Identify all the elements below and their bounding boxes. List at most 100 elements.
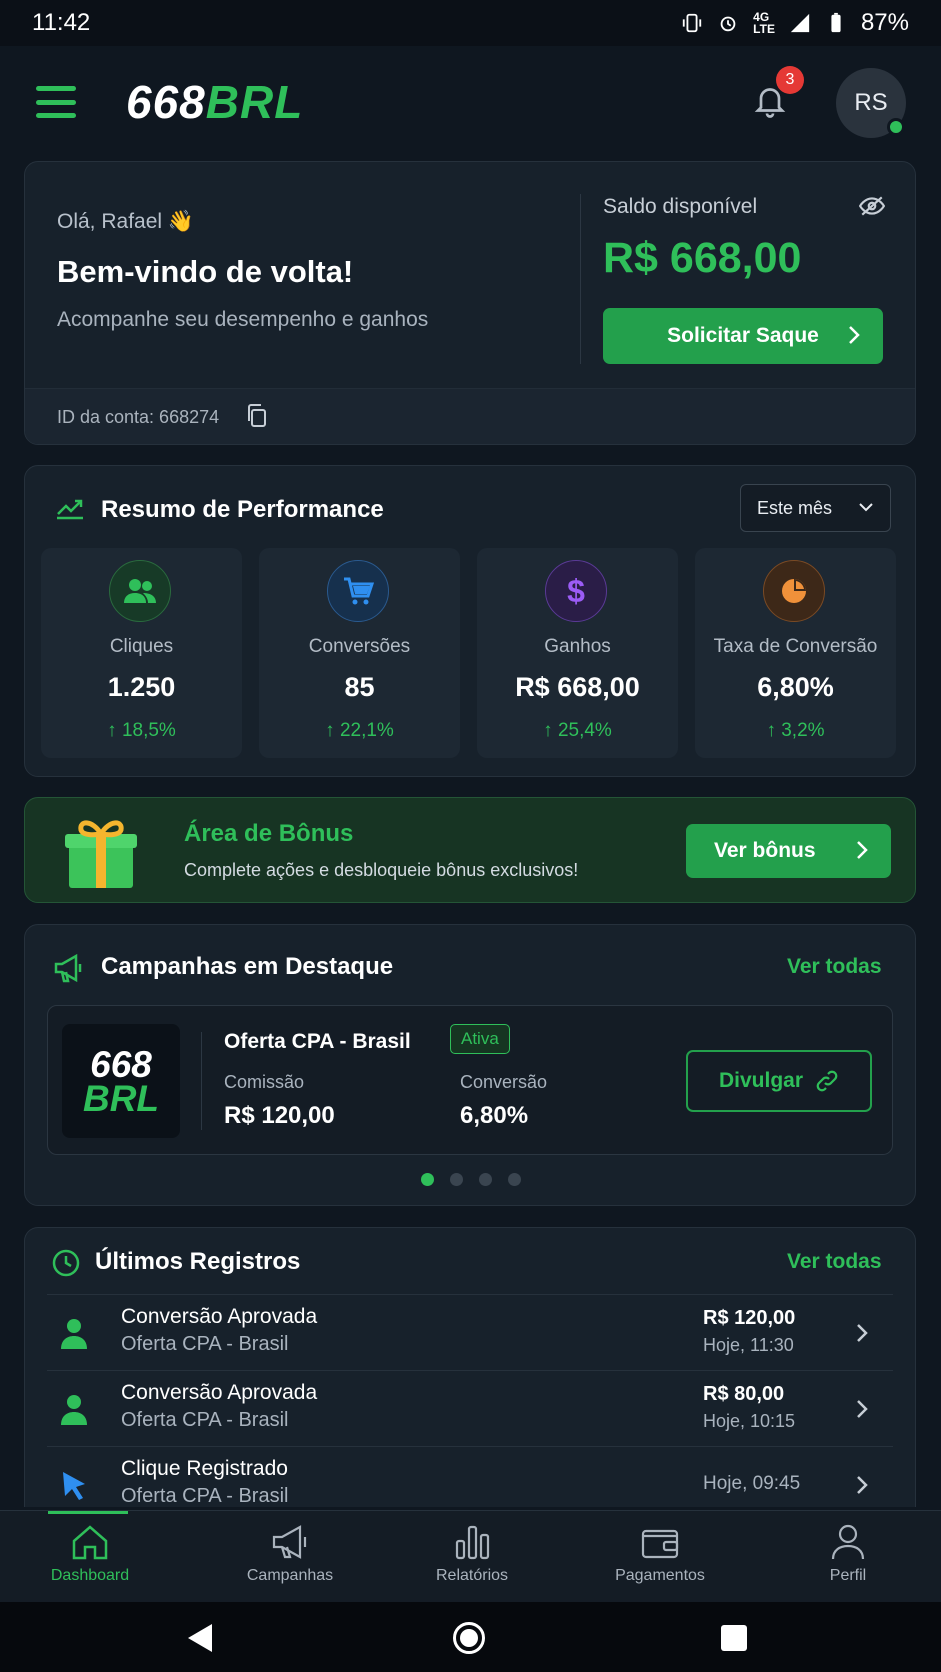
active-tab-indicator [48, 1511, 128, 1514]
campaigns-see-all-link[interactable]: Ver todas [787, 955, 882, 979]
system-nav-bar [0, 1602, 941, 1672]
carousel-dots[interactable] [421, 1173, 521, 1186]
nav-campaigns[interactable]: Campanhas [210, 1523, 370, 1585]
dollar-icon: $ [545, 560, 607, 622]
record-amount: R$ 120,00 [703, 1307, 796, 1329]
nav-reports[interactable]: Relatórios [392, 1523, 552, 1585]
divider [580, 194, 581, 364]
stat-change: ↑ 18,5% [107, 720, 176, 741]
nav-label: Relatórios [435, 1567, 509, 1584]
home-button-icon[interactable] [453, 1622, 485, 1654]
stat-value: 85 [344, 672, 375, 702]
stat-card-earnings: $ Ganhos R$ 668,00 ↑ 25,4% [477, 548, 678, 758]
megaphone-icon [54, 953, 82, 983]
conversion-value: 6,80% [460, 1102, 529, 1129]
record-time: Hoje, 10:15 [703, 1411, 796, 1431]
list-item[interactable]: Clique Registrado Oferta CPA - Brasil Ho… [47, 1446, 893, 1507]
share-button[interactable]: Divulgar [686, 1050, 872, 1112]
welcome-card: Olá, Rafael 👋 Bem-vindo de volta! Acompa… [24, 161, 916, 445]
record-subtitle: Oferta CPA - Brasil [121, 1485, 289, 1507]
nav-label: Pagamentos [615, 1567, 705, 1584]
nav-payments[interactable]: Pagamentos [580, 1523, 740, 1585]
back-icon[interactable] [186, 1622, 214, 1654]
nav-label: Perfil [829, 1567, 867, 1584]
trending-up-icon [57, 499, 83, 520]
view-bonus-label: Ver bônus [714, 839, 816, 862]
commission-value: R$ 120,00 [224, 1102, 335, 1129]
records-see-all-link[interactable]: Ver todas [787, 1250, 882, 1274]
bonus-banner: Área de Bônus Complete ações e desbloque… [24, 797, 916, 903]
online-status-dot [887, 118, 905, 136]
stat-change: ↑ 22,1% [325, 720, 394, 741]
list-item[interactable]: Conversão Aprovada Oferta CPA - Brasil R… [47, 1370, 893, 1446]
divider [201, 1032, 202, 1130]
record-time: Hoje, 11:30 [703, 1335, 794, 1355]
record-title: Clique Registrado [121, 1457, 288, 1480]
app-header: 668BRL 3 RS [0, 46, 941, 158]
chevron-right-icon [857, 1324, 868, 1342]
account-id: ID da conta: 668274 [57, 407, 220, 427]
withdraw-button[interactable]: Solicitar Saque [603, 308, 883, 364]
greeting: Olá, Rafael 👋 [57, 210, 195, 233]
logo: 668BRL [126, 76, 304, 128]
conversion-label: Conversão [460, 1072, 548, 1092]
bottom-nav: Dashboard Campanhas Relatórios Pagamento… [0, 1510, 941, 1602]
period-select-value: Este mês [757, 498, 833, 518]
vibrate-icon [683, 13, 702, 33]
pie-chart-icon [763, 560, 825, 622]
chevron-right-icon [857, 1476, 868, 1494]
cart-icon [327, 560, 389, 622]
nav-profile[interactable]: Perfil [768, 1523, 928, 1585]
person-icon [831, 1524, 865, 1560]
home-icon [72, 1525, 108, 1560]
bar-chart-icon [455, 1525, 490, 1560]
carousel-dot-active [421, 1173, 434, 1186]
alarm-icon [720, 16, 736, 32]
hide-balance-icon[interactable] [859, 195, 885, 217]
battery-level: 87% [860, 9, 909, 36]
megaphone-icon [272, 1525, 307, 1559]
status-badge: Ativa [450, 1024, 510, 1054]
list-item[interactable]: Conversão Aprovada Oferta CPA - Brasil R… [47, 1294, 893, 1370]
stat-change: ↑ 25,4% [543, 720, 612, 741]
performance-card: Resumo de Performance Este mês Cliques 1… [24, 465, 916, 777]
record-time: Hoje, 09:45 [703, 1473, 801, 1494]
clock-icon [52, 1249, 80, 1277]
balance-value: R$ 668,00 [603, 234, 802, 282]
carousel-dot [479, 1173, 492, 1186]
record-amount: R$ 80,00 [703, 1383, 785, 1405]
copy-icon[interactable] [245, 403, 269, 429]
stat-label: Taxa de Conversão [713, 636, 878, 657]
recent-apps-icon[interactable] [721, 1625, 747, 1651]
offer-name: Oferta CPA - Brasil [224, 1030, 411, 1053]
notification-badge: 3 [776, 66, 804, 94]
carousel-dot [450, 1173, 463, 1186]
nav-dashboard[interactable]: Dashboard [10, 1523, 170, 1585]
status-time: 11:42 [32, 9, 91, 36]
period-select[interactable]: Este mês [740, 484, 891, 532]
stat-value: 1.250 [107, 672, 176, 702]
performance-title: Resumo de Performance [101, 496, 384, 523]
records-title: Últimos Registros [95, 1248, 301, 1275]
view-bonus-button[interactable]: Ver bônus [686, 824, 891, 878]
link-icon [816, 1070, 838, 1092]
stat-label: Conversões [308, 636, 411, 657]
status-bar: 11:42 4G LTE 87% [0, 0, 941, 46]
nav-label: Campanhas [246, 1567, 334, 1584]
chevron-right-icon [857, 841, 868, 859]
signal-icon [790, 13, 810, 33]
wallet-icon [641, 1529, 679, 1559]
stat-change: ↑ 3,2% [766, 720, 825, 741]
record-subtitle: Oferta CPA - Brasil [121, 1409, 289, 1431]
network-label: 4G LTE [753, 10, 775, 36]
bonus-title: Área de Bônus [184, 820, 354, 847]
chevron-right-icon [849, 326, 860, 344]
record-title: Conversão Aprovada [121, 1381, 318, 1404]
record-subtitle: Oferta CPA - Brasil [121, 1333, 289, 1355]
chevron-right-icon [857, 1400, 868, 1418]
campaign-offer-card: 668 BRL Oferta CPA - Brasil Ativa Comissã… [47, 1005, 893, 1155]
welcome-title: Bem-vindo de volta! [57, 254, 354, 289]
menu-icon[interactable] [36, 86, 76, 118]
users-icon [109, 560, 171, 622]
stat-label: Cliques [109, 636, 174, 657]
